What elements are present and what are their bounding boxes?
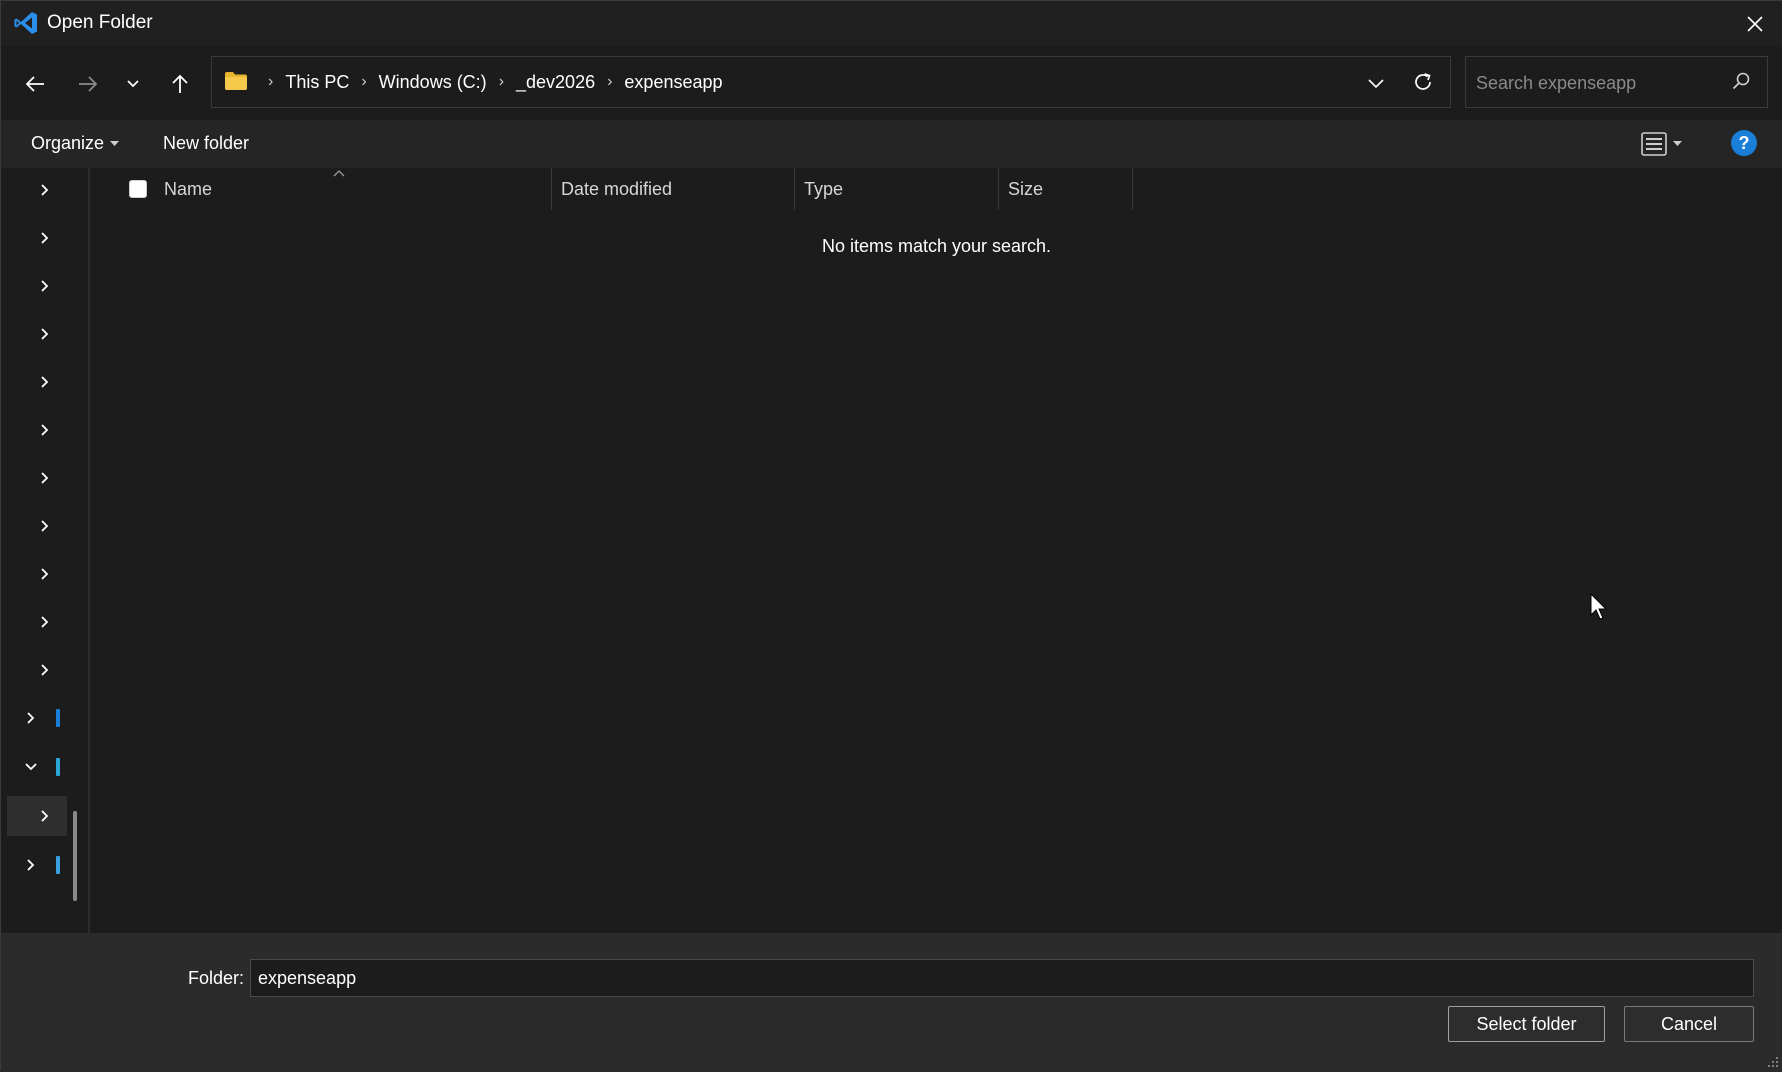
chevron-right-icon[interactable]	[37, 518, 53, 534]
column-divider[interactable]	[998, 168, 999, 210]
search-icon	[1732, 72, 1750, 90]
nav-tree-item[interactable]	[7, 410, 67, 450]
breadcrumb-separator[interactable]: ›	[607, 73, 612, 91]
nav-tree-item[interactable]	[7, 796, 67, 836]
search-box[interactable]	[1465, 56, 1768, 108]
folder-name-input[interactable]	[250, 959, 1754, 997]
chevron-right-icon[interactable]	[37, 230, 53, 246]
title-bar: Open Folder	[1, 1, 1782, 46]
cancel-button[interactable]: Cancel	[1624, 1006, 1754, 1042]
chevron-down-icon	[127, 80, 139, 88]
nav-tree-item[interactable]	[7, 170, 67, 210]
breadcrumb-this-pc[interactable]: This PC	[285, 72, 349, 93]
breadcrumb-dev2026[interactable]: _dev2026	[516, 72, 595, 93]
change-view-button[interactable]	[1641, 129, 1697, 159]
chevron-right-icon[interactable]	[37, 662, 53, 678]
chevron-right-icon[interactable]	[37, 278, 53, 294]
column-header-date-modified[interactable]: Date modified	[561, 168, 672, 210]
vscode-logo-icon	[14, 12, 37, 34]
chevron-right-icon[interactable]	[37, 326, 53, 342]
file-list[interactable]: Name Date modified Type Size No items ma…	[90, 168, 1782, 933]
organize-button[interactable]: Organize	[31, 133, 120, 154]
address-history-button[interactable]	[1362, 69, 1390, 97]
nav-tree-item[interactable]	[7, 506, 67, 546]
breadcrumb: › This PC › Windows (C:) › _dev2026 › ex…	[256, 57, 723, 107]
column-header-size[interactable]: Size	[1008, 168, 1043, 210]
column-header-type[interactable]: Type	[804, 168, 843, 210]
breadcrumb-separator: ›	[268, 73, 274, 90]
chevron-right-icon[interactable]	[23, 857, 39, 873]
nav-tree-item[interactable]	[7, 650, 67, 690]
sort-ascending-icon	[333, 170, 345, 177]
dialog-footer: Folder: Select folder Cancel	[1, 933, 1782, 1072]
arrow-right-icon	[79, 76, 98, 92]
column-divider[interactable]	[1132, 168, 1133, 210]
breadcrumb-separator[interactable]: ›	[361, 73, 366, 91]
chevron-down-icon	[1368, 79, 1384, 89]
nav-tree-item[interactable]	[7, 266, 67, 306]
select-folder-button[interactable]: Select folder	[1448, 1006, 1605, 1042]
navigation-bar: › This PC › Windows (C:) › _dev2026 › ex…	[1, 46, 1782, 120]
nav-tree-item[interactable]	[7, 602, 67, 642]
drive-icon	[56, 856, 60, 874]
column-divider[interactable]	[551, 168, 552, 210]
drive-icon	[56, 758, 60, 776]
chevron-right-icon[interactable]	[37, 808, 53, 824]
nav-tree-item[interactable]	[7, 747, 67, 787]
breadcrumb-separator[interactable]: ›	[499, 73, 504, 91]
window-title: Open Folder	[47, 12, 153, 33]
refresh-button[interactable]	[1408, 67, 1438, 97]
address-bar[interactable]: › This PC › Windows (C:) › _dev2026 › ex…	[211, 56, 1451, 108]
organize-label: Organize	[31, 133, 105, 153]
caret-down-icon	[110, 140, 120, 146]
mouse-cursor-icon	[1590, 593, 1608, 620]
navigation-pane[interactable]	[1, 168, 90, 933]
chevron-right-icon[interactable]	[23, 710, 39, 726]
forward-button[interactable]	[70, 66, 106, 102]
nav-tree-item[interactable]	[7, 362, 67, 402]
open-folder-dialog: Open Folder › This PC › Windows (C:) › _…	[0, 0, 1782, 1072]
column-divider[interactable]	[794, 168, 795, 210]
recent-locations-button[interactable]	[115, 66, 151, 102]
arrow-left-icon	[25, 76, 44, 92]
new-folder-label: New folder	[163, 133, 250, 153]
search-input[interactable]	[1474, 69, 1718, 97]
nav-tree-item[interactable]	[7, 458, 67, 498]
drive-icon	[56, 709, 60, 727]
chevron-right-icon[interactable]	[37, 182, 53, 198]
chevron-right-icon[interactable]	[37, 614, 53, 630]
breadcrumb-expenseapp[interactable]: expenseapp	[624, 72, 722, 93]
nav-tree-item[interactable]	[7, 218, 67, 258]
chevron-right-icon[interactable]	[37, 422, 53, 438]
chevron-right-icon[interactable]	[37, 566, 53, 582]
nav-tree-item[interactable]	[7, 698, 67, 738]
command-bar: Organize New folder ?	[1, 120, 1782, 168]
new-folder-button[interactable]: New folder	[163, 133, 249, 154]
nav-scrollbar-thumb[interactable]	[73, 811, 77, 901]
details-view-icon	[1641, 132, 1667, 156]
select-all-checkbox[interactable]	[129, 180, 147, 198]
up-button[interactable]	[162, 66, 198, 102]
caret-down-icon	[1673, 141, 1682, 146]
help-button[interactable]: ?	[1731, 130, 1757, 156]
chevron-down-icon[interactable]	[23, 759, 39, 775]
column-header-name[interactable]: Name	[164, 168, 212, 210]
resize-grip-icon[interactable]	[1767, 1056, 1779, 1068]
chevron-right-icon[interactable]	[37, 374, 53, 390]
refresh-icon	[1415, 73, 1431, 90]
nav-tree-item[interactable]	[7, 845, 67, 885]
back-button[interactable]	[17, 66, 53, 102]
close-icon	[1747, 15, 1763, 32]
folder-icon	[225, 72, 247, 90]
chevron-right-icon[interactable]	[37, 470, 53, 486]
nav-tree-item[interactable]	[7, 314, 67, 354]
close-button[interactable]	[1727, 1, 1782, 46]
empty-list-message: No items match your search.	[821, 236, 1052, 256]
breadcrumb-windows-c[interactable]: Windows (C:)	[379, 72, 487, 93]
arrow-up-icon	[172, 74, 188, 93]
folder-label: Folder:	[188, 968, 245, 988]
nav-tree-item[interactable]	[7, 554, 67, 594]
